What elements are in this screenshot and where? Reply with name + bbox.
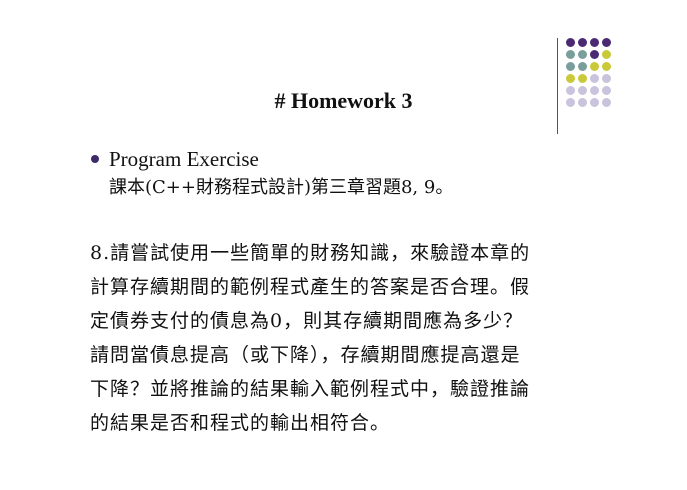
bullet-subtext: 課本(C++財務程式設計)第三章習題8, 9。 <box>109 177 454 198</box>
decorative-dot-grid <box>566 38 636 128</box>
decorative-dot <box>566 50 575 59</box>
exercise-paragraph: 8.請嘗試使用一些簡單的財務知識，來驗證本章的 計算存續期間的範例程式產生的答案… <box>90 236 610 440</box>
decorative-divider <box>557 38 558 134</box>
decorative-dot <box>602 74 611 83</box>
paragraph-line: 的結果是否和程式的輸出相符合。 <box>90 412 391 434</box>
decorative-dot <box>590 38 599 47</box>
decorative-dot <box>602 50 611 59</box>
decorative-dot <box>602 38 611 47</box>
bullet-text: Program Exercise <box>109 147 259 171</box>
decorative-dot <box>566 74 575 83</box>
decorative-dot <box>602 62 611 71</box>
decorative-dot <box>578 74 587 83</box>
paragraph-line: 8.請嘗試使用一些簡單的財務知識，來驗證本章的 <box>90 242 531 264</box>
bullet-dot-icon <box>91 155 99 164</box>
slide-title: # Homework 3 <box>274 88 413 113</box>
slide: # Homework 3 Program Exercise 課本(C++財務程式… <box>0 0 687 490</box>
paragraph-line: 下降？並將推論的結果輸入範例程式中，驗證推論 <box>90 378 531 400</box>
decorative-dot <box>578 50 587 59</box>
decorative-dot <box>590 74 599 83</box>
decorative-dot <box>578 38 587 47</box>
decorative-dot <box>590 62 599 71</box>
paragraph-line: 請問當債息提高（或下降），存續期間應提高還是 <box>90 344 521 366</box>
decorative-dot <box>566 62 575 71</box>
decorative-dot <box>578 62 587 71</box>
decorative-dot <box>566 38 575 47</box>
bullet-item: Program Exercise <box>91 147 259 171</box>
paragraph-line: 計算存續期間的範例程式產生的答案是否合理。假 <box>90 276 531 298</box>
paragraph-line: 定債券支付的債息為0，則其存續期間應為多少？ <box>90 310 524 332</box>
decorative-dot <box>590 50 599 59</box>
